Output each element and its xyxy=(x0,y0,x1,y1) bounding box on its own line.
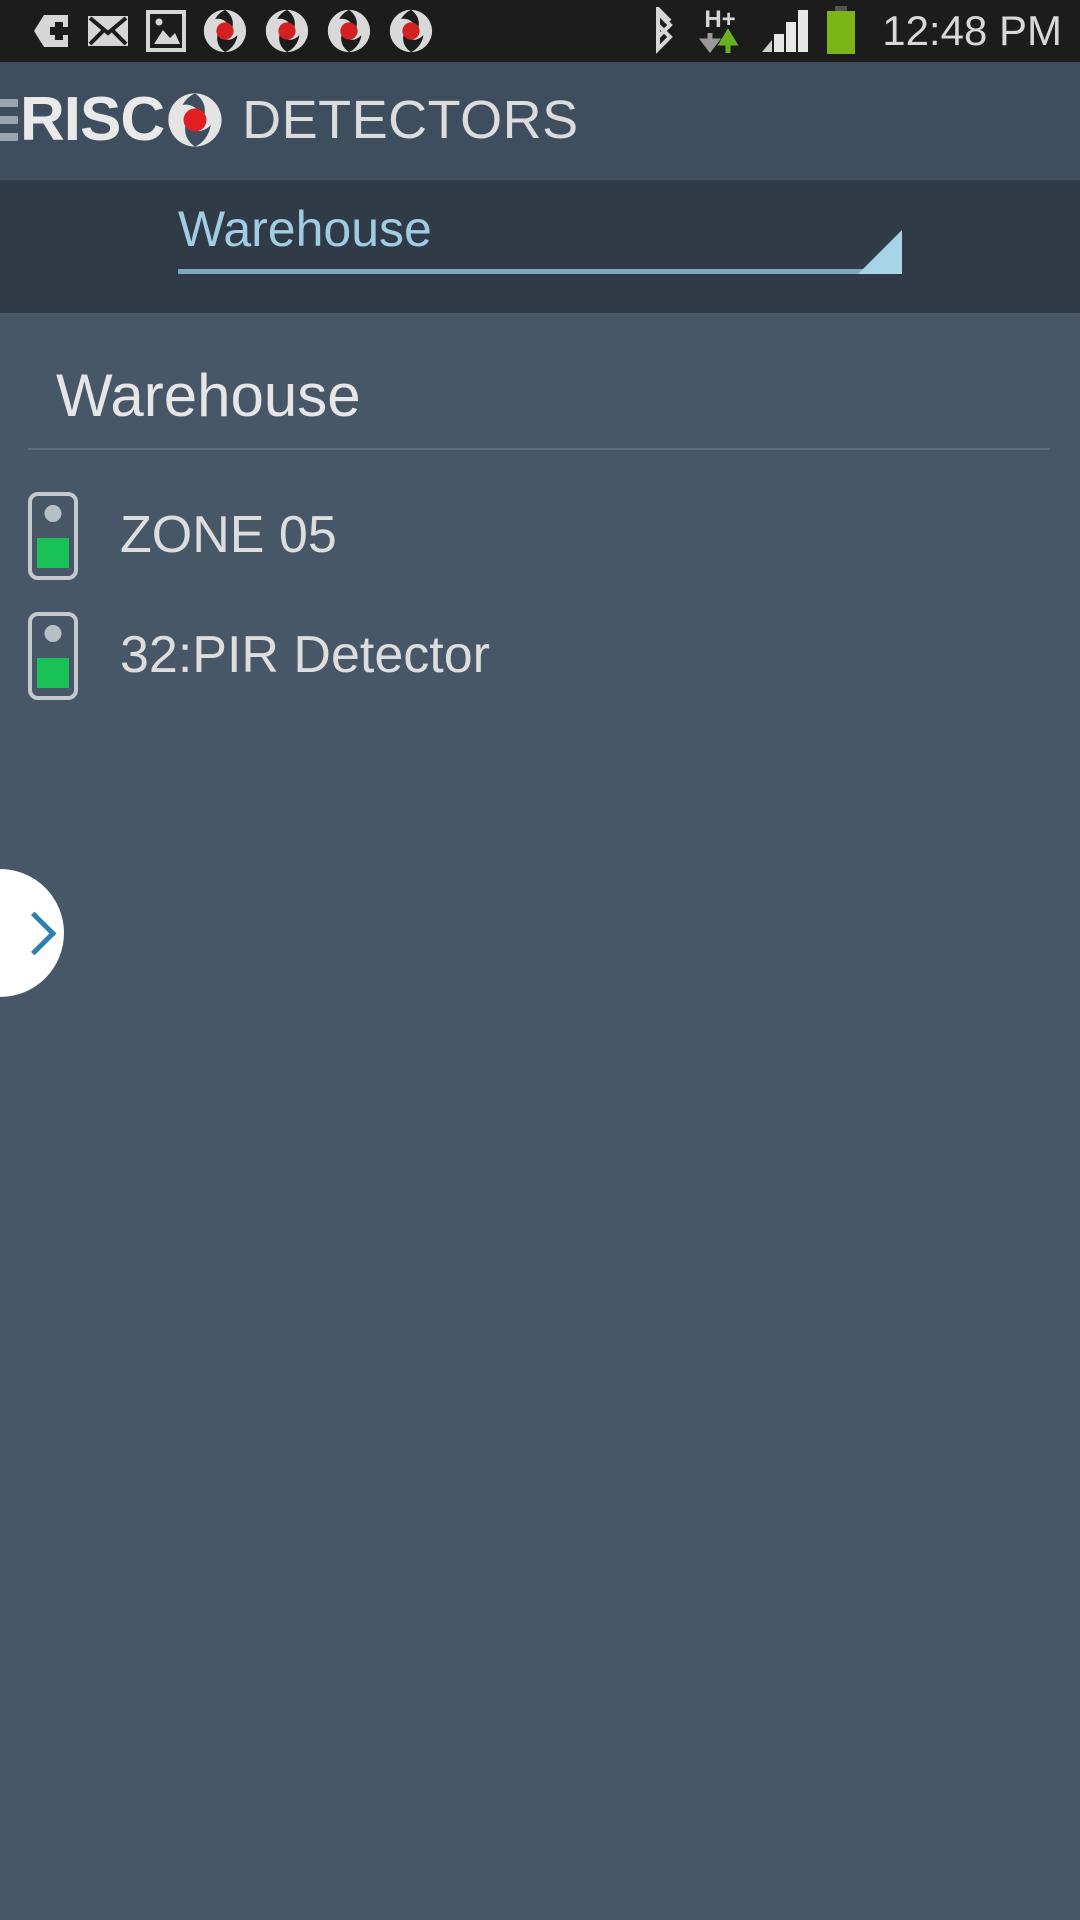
app-bar: RISC DETECTORS xyxy=(0,62,1080,178)
detector-icon xyxy=(28,492,78,580)
page-title: DETECTORS xyxy=(242,90,579,150)
detector-label: ZONE 05 xyxy=(120,506,337,565)
drawer-handle[interactable] xyxy=(0,869,64,997)
detector-list-panel: Warehouse ZONE 05 32:PIR Detector xyxy=(0,313,1080,1920)
section-title: Warehouse xyxy=(56,362,361,429)
gallery-image-icon xyxy=(146,10,186,52)
chevron-right-icon xyxy=(12,911,57,955)
detector-led-indicator xyxy=(44,505,62,522)
brand-wordmark: RISC xyxy=(20,85,165,154)
status-bar: H+ 12:48 PM xyxy=(0,0,1080,62)
risco-notification-icon-2 xyxy=(265,9,309,53)
list-item[interactable]: 32:PIR Detector xyxy=(0,596,1080,716)
detector-icon xyxy=(28,612,78,700)
risco-notification-icon-1 xyxy=(203,9,247,53)
section-divider xyxy=(28,448,1050,450)
detector-list: ZONE 05 32:PIR Detector xyxy=(0,476,1080,716)
detector-status-indicator xyxy=(37,658,69,688)
email-icon xyxy=(88,16,128,46)
list-item[interactable]: ZONE 05 xyxy=(0,476,1080,596)
risco-aperture-logo xyxy=(168,93,222,147)
status-clock: 12:48 PM xyxy=(882,7,1062,54)
tag-plus-icon xyxy=(34,15,68,47)
detector-led-indicator xyxy=(44,625,62,642)
dropdown-caret-icon[interactable] xyxy=(858,230,902,274)
signal-bars-icon xyxy=(762,10,809,52)
risco-brand-logo: RISC xyxy=(20,89,242,151)
detector-label: 32:PIR Detector xyxy=(120,626,490,685)
bluetooth-icon xyxy=(656,7,674,54)
risco-notification-icon-4 xyxy=(389,9,433,53)
hspa-plus-data-icon: H+ xyxy=(699,6,739,54)
site-selector-underline xyxy=(178,230,902,274)
battery-icon xyxy=(827,6,856,54)
risco-notification-icon-3 xyxy=(327,9,371,53)
status-notification-icons xyxy=(24,8,648,54)
site-selector-spinner[interactable]: Warehouse xyxy=(178,202,902,274)
svg-text:H+: H+ xyxy=(705,6,736,33)
site-selector-band: Warehouse xyxy=(0,178,1080,313)
hamburger-menu-icon[interactable] xyxy=(0,99,18,141)
site-selector-value: Warehouse xyxy=(178,201,432,257)
detector-status-indicator xyxy=(37,538,69,568)
status-system-icons: H+ 12:48 PM xyxy=(648,5,1062,57)
